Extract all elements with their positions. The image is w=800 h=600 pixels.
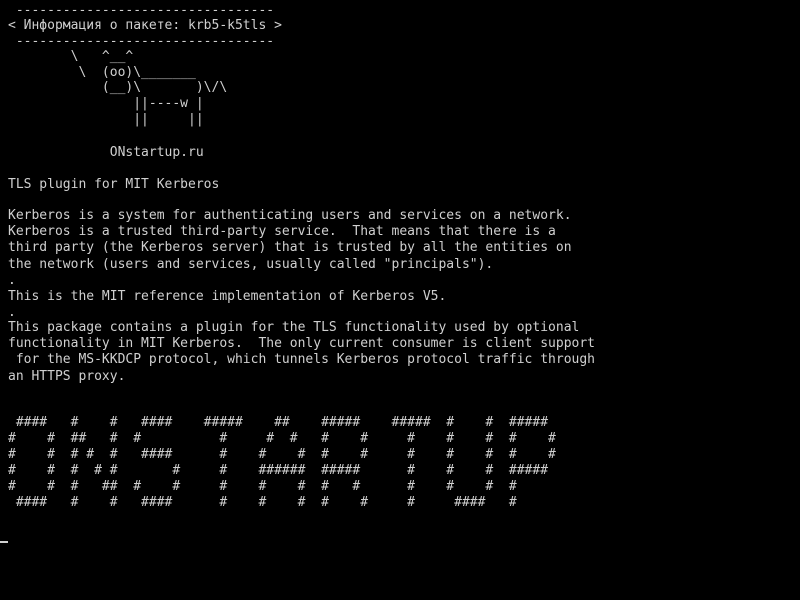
cow-art-line-4: ||----w | [8,96,204,111]
terminal-screen[interactable]: --------------------------------- < Инфо… [0,0,800,600]
ascii-art-line: #### # # #### ##### ## ##### ##### # # #… [8,415,549,430]
banner-line-3: --------------------------------- [8,34,275,49]
package-summary: TLS plugin for MIT Kerberos [8,177,220,192]
ascii-art-line: #### # # #### # # # # # # #### # [8,495,517,510]
description-line: This is the MIT reference implementation… [8,289,447,304]
cow-art-line-1: \ ^__^ [8,49,134,64]
description-line: third party (the Kerberos server) that i… [8,240,572,255]
description-line: an HTTPS proxy. [8,369,126,384]
cow-art-line-3: (__)\ )\/\ [8,80,228,95]
description-line: Kerberos is a trusted third-party servic… [8,224,556,239]
cow-art-line-2: \ (oo)\_______ [8,65,196,80]
ascii-art-line: # # # # # # # ###### ##### # # # ##### [8,463,549,478]
ascii-art-line: # # ## # # # # # # # # # # # # [8,431,556,446]
site-name: ONstartup.ru [8,145,204,160]
description-line: the network (users and services, usually… [8,257,494,272]
description-separator: . [8,273,16,288]
description-line: for the MS-KKDCP protocol, which tunnels… [8,352,595,367]
banner-line-1: --------------------------------- [8,3,275,18]
description-line: This package contains a plugin for the T… [8,320,580,335]
banner-title: < Информация о пакете: krb5-k5tls > [8,18,282,33]
cow-art-line-5: || || [8,112,204,127]
description-line: functionality in MIT Kerberos. The only … [8,336,595,351]
description-separator: . [8,305,16,320]
text-cursor [0,541,8,543]
description-line: Kerberos is a system for authenticating … [8,208,572,223]
ascii-art-line: # # # # # #### # # # # # # # # # # [8,447,556,462]
ascii-art-line: # # # ## # # # # # # # # # # # [8,479,517,494]
